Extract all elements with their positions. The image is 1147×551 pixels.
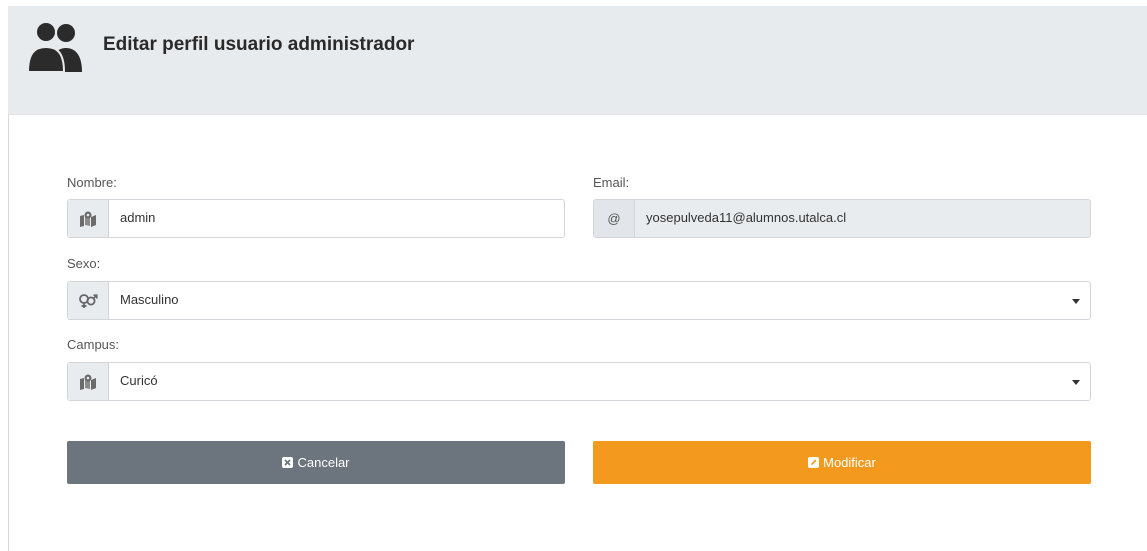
gender-icon: [79, 293, 98, 308]
chevron-down-icon: [1072, 380, 1080, 385]
users-icon: [26, 21, 82, 72]
campus-addon: [68, 363, 109, 400]
sexo-select[interactable]: Masculino: [67, 281, 1091, 320]
email-field[interactable]: @ yosepulveda11@alumnos.utalca.cl: [593, 199, 1091, 238]
nombre-field[interactable]: admin: [67, 199, 565, 238]
cancel-button[interactable]: Cancelar: [67, 441, 565, 484]
email-addon: @: [594, 200, 635, 237]
map-icon: [80, 374, 96, 390]
email-label: Email:: [593, 175, 630, 190]
sexo-addon: [68, 282, 109, 319]
page-title: Editar perfil usuario administrador: [103, 34, 415, 55]
nombre-value: admin: [120, 210, 156, 225]
chevron-down-icon: [1072, 299, 1080, 304]
page-header: Editar perfil usuario administrador: [8, 6, 1147, 114]
cancel-button-label: Cancelar: [297, 455, 350, 470]
nombre-addon: [68, 200, 109, 237]
map-icon: [80, 211, 96, 227]
sexo-label: Sexo:: [67, 256, 101, 271]
modify-button[interactable]: Modificar: [593, 441, 1091, 484]
modify-button-label: Modificar: [823, 455, 876, 470]
campus-label: Campus:: [67, 337, 120, 352]
sexo-value: Masculino: [120, 292, 179, 307]
profile-form: Nombre: admin Email: @ yosepulveda11@alu…: [8, 114, 1147, 551]
campus-select[interactable]: Curicó: [67, 362, 1091, 401]
edit-square-icon: [808, 457, 820, 468]
nombre-label: Nombre:: [67, 175, 117, 190]
email-value: yosepulveda11@alumnos.utalca.cl: [646, 210, 847, 225]
campus-value: Curicó: [120, 373, 158, 388]
close-square-icon: [282, 457, 294, 468]
at-icon: @: [607, 211, 621, 226]
